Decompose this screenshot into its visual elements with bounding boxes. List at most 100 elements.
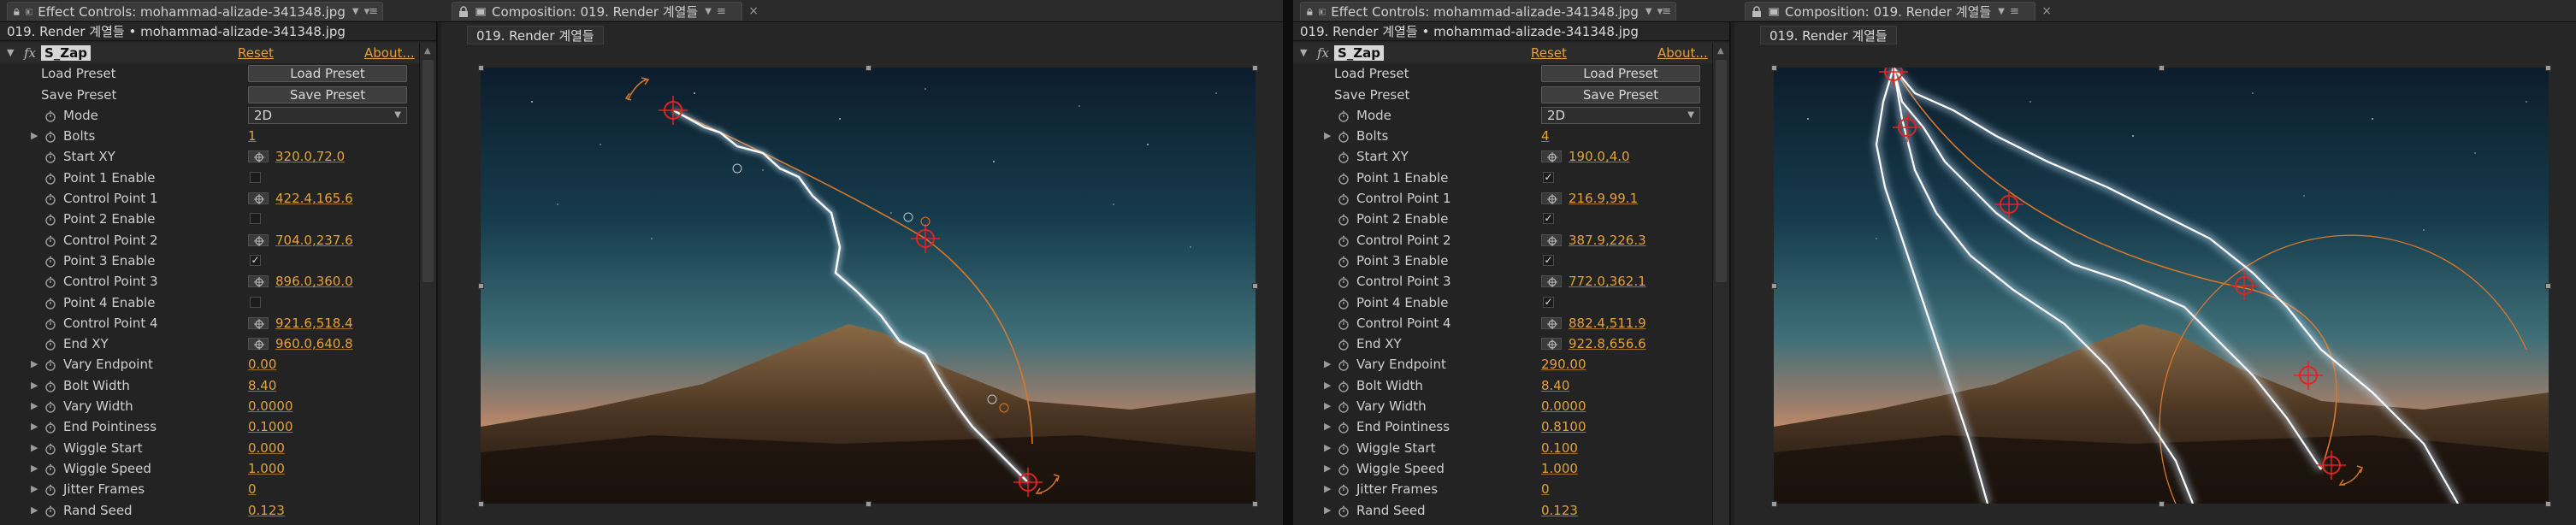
layer-handle[interactable]	[2159, 501, 2165, 507]
layer-handle[interactable]	[2545, 65, 2551, 71]
stopwatch-icon[interactable]	[44, 298, 56, 310]
expand-triangle-icon[interactable]: ▶	[31, 126, 38, 146]
fx-toggle-icon[interactable]: fx	[1317, 43, 1329, 63]
point-picker-icon[interactable]	[248, 150, 269, 163]
chevron-down-icon[interactable]: ▼	[705, 7, 712, 16]
point-picker-icon[interactable]	[1541, 150, 1562, 163]
param-value-wiggle-speed[interactable]: 1.000	[1541, 458, 1578, 479]
stopwatch-icon[interactable]	[1338, 463, 1350, 475]
stopwatch-icon[interactable]	[1338, 235, 1350, 247]
param-value-bolts[interactable]: 4	[1541, 126, 1550, 146]
param-value-control-point-1[interactable]: 216.9,99.1	[1569, 188, 1638, 209]
param-value-end-xy[interactable]: 960.0,640.8	[275, 333, 353, 354]
param-value-wiggle-start[interactable]: 0.000	[248, 438, 285, 458]
expand-triangle-icon[interactable]: ▶	[1324, 354, 1331, 375]
param-value-jitter-frames[interactable]: 0	[248, 479, 257, 499]
vertical-scrollbar[interactable]: ▲	[419, 43, 436, 525]
layer-handle[interactable]	[2545, 501, 2551, 507]
param-value-control-point-4[interactable]: 882.4,511.9	[1569, 313, 1646, 333]
expand-triangle-icon[interactable]: ▶	[31, 438, 38, 458]
stopwatch-icon[interactable]	[1338, 193, 1350, 205]
layer-handle[interactable]	[1252, 65, 1258, 71]
stopwatch-icon[interactable]	[44, 463, 56, 475]
expand-triangle-icon[interactable]: ▶	[31, 416, 38, 437]
reset-link[interactable]: Reset	[238, 43, 274, 63]
layer-handle[interactable]	[478, 65, 484, 71]
expand-triangle-icon[interactable]: ▶	[1324, 479, 1331, 499]
stopwatch-icon[interactable]	[44, 505, 56, 517]
param-value-wiggle-start[interactable]: 0.100	[1541, 438, 1578, 458]
expand-triangle-icon[interactable]: ▶	[1324, 500, 1331, 521]
layer-handle[interactable]	[866, 501, 871, 507]
stopwatch-icon[interactable]	[1338, 380, 1350, 392]
stopwatch-icon[interactable]	[44, 276, 56, 288]
effect-controls-tab[interactable]: Effect Controls: mohammad-alizade-341348…	[7, 2, 383, 21]
point-picker-icon[interactable]	[248, 192, 269, 205]
layer-handle[interactable]	[2159, 65, 2165, 71]
layer-handle[interactable]	[478, 501, 484, 507]
stopwatch-icon[interactable]	[44, 484, 56, 496]
panel-menu-icon[interactable]: ≡	[717, 5, 726, 18]
stopwatch-icon[interactable]	[1338, 256, 1350, 268]
checkbox-point-3-enable[interactable]: ✓	[1543, 254, 1554, 266]
param-value-end-pointiness[interactable]: 0.1000	[248, 416, 293, 437]
viewer-canvas[interactable]	[1774, 68, 2549, 504]
scrollbar-thumb[interactable]	[422, 60, 434, 282]
param-value-control-point-2[interactable]: 704.0,237.6	[275, 230, 353, 251]
reset-link[interactable]: Reset	[1531, 43, 1567, 63]
param-value-end-pointiness[interactable]: 0.8100	[1541, 416, 1586, 437]
expand-triangle-icon[interactable]: ▶	[1324, 375, 1331, 396]
expand-triangle-icon[interactable]: ▶	[31, 396, 38, 416]
stopwatch-icon[interactable]	[1338, 276, 1350, 288]
collapse-triangle-icon[interactable]: ▼	[7, 43, 14, 63]
param-value-bolt-width[interactable]: 8.40	[1541, 375, 1569, 396]
stopwatch-icon[interactable]	[44, 318, 56, 330]
param-value-control-point-3[interactable]: 772.0,362.1	[1569, 271, 1646, 292]
save-preset-button[interactable]: Save Preset	[1541, 86, 1700, 103]
load-preset-button[interactable]: Load Preset	[248, 65, 407, 83]
scrollbar-thumb[interactable]	[1716, 60, 1727, 282]
layer-handle[interactable]	[1771, 283, 1777, 289]
param-value-rand-seed[interactable]: 0.123	[1541, 500, 1578, 521]
point-picker-icon[interactable]	[1541, 192, 1562, 205]
layer-handle[interactable]	[1252, 501, 1258, 507]
param-value-bolt-width[interactable]: 8.40	[248, 375, 276, 396]
effect-controls-tab[interactable]: Effect Controls: mohammad-alizade-341348…	[1300, 2, 1676, 21]
chevron-down-icon[interactable]: ▼	[352, 7, 359, 16]
stopwatch-icon[interactable]	[1338, 151, 1350, 164]
point-picker-icon[interactable]	[1541, 316, 1562, 329]
expand-triangle-icon[interactable]: ▶	[1324, 126, 1331, 146]
stopwatch-icon[interactable]	[44, 380, 56, 392]
layer-handle[interactable]	[1771, 65, 1777, 71]
composition-viewer[interactable]	[1774, 68, 2549, 504]
chevron-down-icon[interactable]: ▼	[1645, 7, 1652, 16]
checkbox-point-1-enable[interactable]: ✓	[1543, 171, 1554, 183]
stopwatch-icon[interactable]	[44, 151, 56, 164]
param-value-control-point-2[interactable]: 387.9,226.3	[1569, 230, 1646, 251]
close-icon[interactable]: ×	[748, 4, 759, 18]
comp-flow-tab[interactable]: 019. Render 계열들	[467, 26, 604, 44]
stopwatch-icon[interactable]	[1338, 359, 1350, 372]
mode-select[interactable]: 2D ▼	[1541, 106, 1700, 124]
checkbox-point-1-enable[interactable]	[250, 171, 261, 183]
stopwatch-icon[interactable]	[1338, 214, 1350, 227]
fx-toggle-icon[interactable]: fx	[24, 43, 36, 63]
stopwatch-icon[interactable]	[1338, 110, 1350, 122]
vertical-scrollbar[interactable]: ▲	[1712, 43, 1729, 525]
layer-handle[interactable]	[478, 283, 484, 289]
composition-viewer[interactable]	[481, 68, 1256, 504]
point-picker-icon[interactable]	[248, 233, 269, 246]
stopwatch-icon[interactable]	[44, 443, 56, 455]
save-preset-button[interactable]: Save Preset	[248, 86, 407, 103]
expand-triangle-icon[interactable]: ▶	[31, 479, 38, 499]
point-picker-icon[interactable]	[248, 275, 269, 288]
stopwatch-icon[interactable]	[44, 193, 56, 205]
point-picker-icon[interactable]	[1541, 275, 1562, 288]
expand-triangle-icon[interactable]: ▶	[31, 458, 38, 479]
about-link[interactable]: About...	[1657, 43, 1708, 63]
panel-menu-icon[interactable]: ▾≡	[1657, 5, 1671, 18]
scroll-up-icon[interactable]: ▲	[424, 46, 431, 56]
effect-name[interactable]: S_Zap	[1334, 45, 1385, 61]
param-value-vary-width[interactable]: 0.0000	[1541, 396, 1586, 416]
close-icon[interactable]: ×	[2041, 4, 2052, 18]
